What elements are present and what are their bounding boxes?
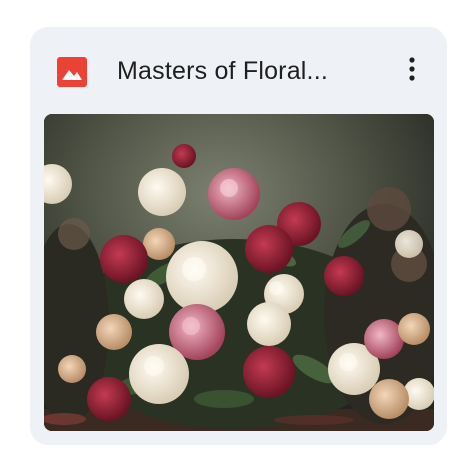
file-card-header: Masters of Floral...: [30, 27, 447, 113]
floral-painting-image: [44, 114, 434, 431]
image-file-icon: [57, 57, 87, 87]
more-options-button[interactable]: [394, 51, 430, 91]
file-thumbnail[interactable]: [44, 114, 434, 431]
file-card[interactable]: Masters of Floral...: [30, 27, 447, 445]
file-title[interactable]: Masters of Floral...: [117, 51, 377, 91]
more-vertical-icon: [408, 56, 416, 87]
